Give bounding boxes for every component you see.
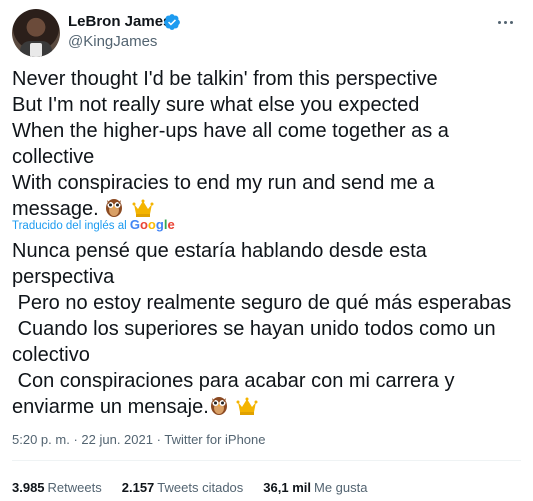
author-name[interactable]: LeBron James: [68, 12, 171, 32]
tweet-source[interactable]: Twitter for iPhone: [164, 432, 265, 447]
owl-emoji: [106, 199, 123, 217]
avatar-shirt-detail: [30, 43, 42, 57]
meta-separator: ·: [156, 432, 161, 447]
tweet-card: LeBron James @KingJames Never thought I'…: [0, 0, 533, 501]
tweet-date[interactable]: 22 jun. 2021: [81, 432, 153, 447]
likes-stat[interactable]: 36,1 mil Me gusta: [263, 479, 367, 497]
likes-count: 36,1 mil: [263, 480, 311, 495]
tweet-meta: 5:20 p. m. · 22 jun. 2021 · Twitter for …: [12, 431, 266, 449]
more-dot: [497, 20, 501, 24]
author-handle[interactable]: @KingJames: [68, 32, 157, 52]
retweets-stat[interactable]: 3.985 Retweets: [12, 479, 102, 497]
tweet-original-body: Never thought I'd be talkin' from this p…: [12, 68, 449, 220]
crown-emoji: [236, 397, 258, 415]
retweets-label: Retweets: [47, 480, 102, 495]
tweet-translated-body: Nunca pensé que estaría hablando desde e…: [12, 240, 512, 418]
google-logo: Google: [129, 217, 175, 232]
more-dot: [503, 20, 507, 24]
divider: [12, 460, 521, 461]
owl-emoji: [210, 397, 227, 415]
verified-icon: [164, 14, 180, 30]
translation-attribution[interactable]: Traducido del inglés al Google: [12, 217, 175, 234]
tweet-time[interactable]: 5:20 p. m.: [12, 432, 70, 447]
tweet-original-text: Never thought I'd be talkin' from this p…: [12, 66, 512, 222]
tweet-stats: 3.985 Retweets 2.157 Tweets citados 36,1 m…: [12, 479, 367, 497]
crown-emoji: [132, 199, 154, 217]
quotes-count: 2.157: [121, 480, 155, 495]
tweet-translated-text: Nunca pensé que estaría hablando desde e…: [12, 238, 512, 420]
likes-label: Me gusta: [314, 480, 368, 495]
retweets-count: 3.985: [12, 480, 45, 495]
translation-label: Traducido del inglés al: [12, 220, 127, 232]
quotes-label: Tweets citados: [157, 480, 244, 495]
avatar[interactable]: [12, 9, 60, 57]
quotes-stat[interactable]: 2.157 Tweets citados: [122, 479, 244, 497]
more-icon[interactable]: [493, 12, 517, 32]
meta-separator: ·: [73, 432, 78, 447]
more-dot: [509, 20, 513, 24]
